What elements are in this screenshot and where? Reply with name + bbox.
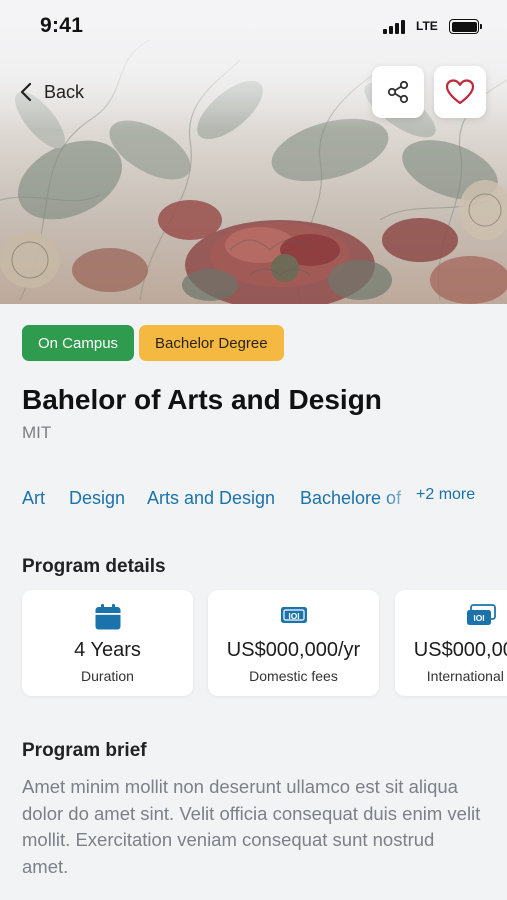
back-button[interactable]: Back xyxy=(20,78,84,106)
battery-icon xyxy=(449,19,482,34)
network-type: LTE xyxy=(416,19,438,33)
favorite-button[interactable] xyxy=(434,66,486,118)
detail-card-duration: 4 Years Duration xyxy=(22,590,193,696)
signal-icon xyxy=(383,20,407,34)
detail-card-international-fees: IOI US$000,000/yr International fees xyxy=(395,590,507,696)
tag-item[interactable]: Arts and Design xyxy=(147,488,275,509)
chevron-left-icon xyxy=(20,82,32,102)
share-button[interactable] xyxy=(372,66,424,118)
program-details-heading: Program details xyxy=(22,556,166,577)
badge-on-campus: On Campus xyxy=(22,325,135,361)
domestic-fees-label: Domestic fees xyxy=(249,668,338,684)
international-fees-value: US$000,000/yr xyxy=(413,639,507,661)
program-title: Bahelor of Arts and Design xyxy=(22,384,382,415)
badge-bachelor-degree: Bachelor Degree xyxy=(139,325,284,361)
more-tags-link[interactable]: +2 more xyxy=(416,486,475,504)
institution-name: MIT xyxy=(22,423,52,442)
duration-value: 4 Years xyxy=(74,639,141,661)
badge-row: On Campus Bachelor Degree xyxy=(22,325,284,361)
status-time: 9:41 xyxy=(40,14,84,37)
tag-item[interactable]: Design xyxy=(69,488,125,509)
program-brief-text: Amet minim mollit non deserunt ullamco e… xyxy=(22,776,481,877)
calendar-icon xyxy=(95,604,120,630)
heart-icon xyxy=(445,79,475,105)
back-label: Back xyxy=(44,81,85,102)
program-brief-heading: Program brief xyxy=(22,740,147,761)
svg-text:IOI: IOI xyxy=(288,611,299,621)
duration-label: Duration xyxy=(81,668,134,684)
svg-text:IOI: IOI xyxy=(473,613,484,623)
tag-list: Art Design Arts and Design Bachelore of … xyxy=(22,486,507,514)
status-bar: 9:41 LTE xyxy=(0,0,507,52)
tag-item[interactable]: Art xyxy=(22,488,45,509)
domestic-fees-value: US$000,000/yr xyxy=(226,639,361,661)
money-bill-icon: IOI xyxy=(280,607,307,623)
detail-card-domestic-fees: IOI US$000,000/yr Domestic fees xyxy=(208,590,379,696)
international-fees-label: International fees xyxy=(426,668,507,684)
program-detail-screen: 9:41 LTE Back On Campus Bachelor Degree … xyxy=(0,0,507,900)
program-details-cards[interactable]: 4 Years Duration IOI US$000,000/yr Domes… xyxy=(22,590,507,698)
money-bills-icon: IOI xyxy=(466,604,496,625)
share-icon xyxy=(387,80,409,104)
